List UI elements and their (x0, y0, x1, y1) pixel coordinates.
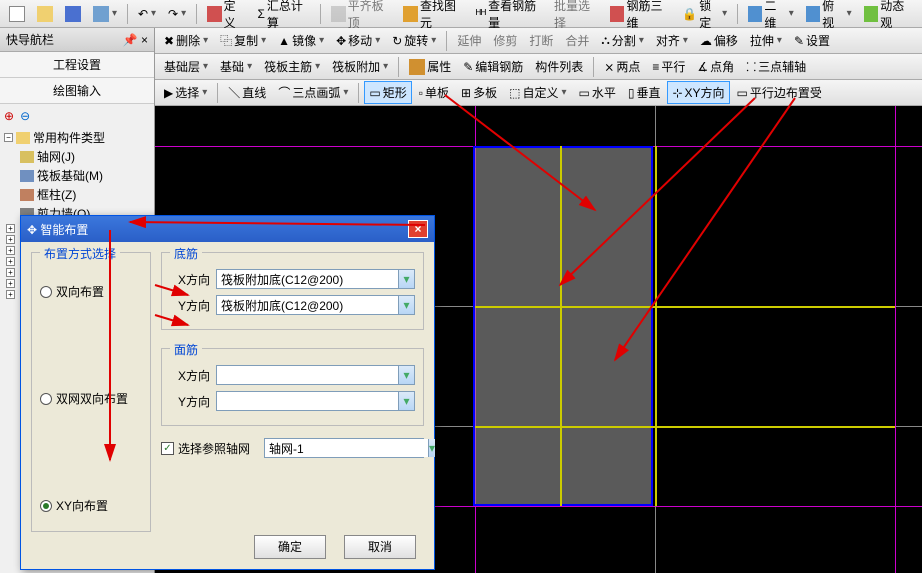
ref-axis-combo[interactable]: ▾ (264, 438, 424, 458)
point-angle-button[interactable]: ∡点角 (692, 55, 739, 78)
tree-node[interactable]: 框柱(Z) (4, 185, 150, 204)
rotate-button[interactable]: ↻旋转▾ (387, 29, 441, 52)
ydir-label: Y方向 (170, 297, 210, 314)
comp-list-button[interactable]: 构件列表 (530, 55, 588, 78)
ok-button[interactable]: 确定 (254, 535, 326, 559)
cancel-button[interactable]: 取消 (344, 535, 416, 559)
parallel-button[interactable]: ≡平行 (647, 55, 690, 78)
vert-button[interactable]: ▯垂直 (623, 81, 666, 104)
tab-draw[interactable]: 绘图输入 (0, 78, 154, 104)
bottom-y-combo[interactable]: ▾ (216, 295, 415, 315)
radio-xy[interactable]: XY向布置 (40, 497, 142, 514)
smart-layout-dialog: ✥ 智能布置 × 布置方式选择 双向布置 双网双向布置 XY向布置 底筋 X方向… (20, 215, 435, 570)
bottom-group-label: 底筋 (170, 245, 202, 262)
two-point-button[interactable]: ⨯两点 (599, 55, 645, 78)
node-icon (20, 151, 34, 163)
break-button: 打断 (524, 29, 558, 52)
top-x-combo[interactable]: ▾ (216, 365, 415, 385)
horiz-button[interactable]: ▭水平 (573, 81, 620, 104)
single-button[interactable]: ▫单板 (414, 81, 454, 104)
top-y-combo[interactable]: ▾ (216, 391, 415, 411)
nav-title: 快导航栏 📌 × (0, 28, 154, 52)
stretch-button[interactable]: 拉伸▾ (745, 29, 787, 52)
join-button: 合并 (560, 29, 594, 52)
new-icon[interactable] (4, 3, 30, 25)
comp-combo[interactable]: 基础▾ (215, 55, 257, 78)
folder-icon (16, 132, 30, 144)
rebar-combo[interactable]: 筏板主筋▾ (259, 55, 325, 78)
component-toolbar: 基础层▾ 基础▾ 筏板主筋▾ 筏板附加▾ 属性 ✎编辑钢筋 构件列表 ⨯两点 ≡… (155, 54, 922, 80)
extend-button: 延伸 (452, 29, 486, 52)
chevron-down-icon[interactable]: ▾ (398, 296, 414, 314)
rect-button[interactable]: ▭矩形 (364, 81, 411, 104)
undo-icon[interactable]: ↶▾ (133, 4, 161, 24)
close-icon[interactable]: × (408, 220, 428, 238)
node-icon (20, 189, 34, 201)
prop-button[interactable]: 属性 (404, 55, 456, 78)
expand-icon[interactable]: − (4, 133, 13, 142)
radio-double-net[interactable]: 双网双向布置 (40, 390, 142, 407)
move-button[interactable]: ✥移动▾ (331, 29, 385, 52)
ref-axis-check[interactable]: ✓ 选择参照轴网 ▾ (161, 438, 424, 458)
xy-button[interactable]: ⊹XY方向 (667, 81, 729, 104)
radio-bidirectional[interactable]: 双向布置 (40, 283, 142, 300)
bottom-x-combo[interactable]: ▾ (216, 269, 415, 289)
pin-icon[interactable]: 📌 × (123, 33, 148, 47)
top-group-label: 面筋 (170, 341, 202, 358)
custom-button[interactable]: ⬚自定义▾ (504, 81, 571, 104)
layer-combo[interactable]: 基础层▾ (159, 55, 213, 78)
three-point-button[interactable]: ⸬三点辅轴 (741, 55, 811, 78)
dialog-titlebar[interactable]: ✥ 智能布置 × (21, 216, 434, 242)
mirror-button[interactable]: ▲镜像▾ (273, 29, 329, 52)
open-icon[interactable] (32, 3, 58, 25)
main-toolbar: ▾ ↶▾ ↷▾ 定义 Σ 汇总计算 平齐板顶 查找图元 ᴴᴴ 查看钢筋量 批量选… (0, 0, 922, 28)
chevron-down-icon[interactable]: ▾ (398, 366, 414, 384)
split-button[interactable]: ⛬分割▾ (596, 29, 648, 52)
chevron-down-icon[interactable]: ▾ (398, 270, 414, 288)
extra-combo[interactable]: 筏板附加▾ (327, 55, 393, 78)
node-icon (20, 170, 34, 182)
tree-toolbar[interactable]: ⊕⊖ (4, 108, 150, 124)
save-icon[interactable] (60, 3, 86, 25)
trim-button: 修剪 (488, 29, 522, 52)
settings-button[interactable]: ✎设置 (789, 29, 835, 52)
edit-rebar-button[interactable]: ✎编辑钢筋 (458, 55, 528, 78)
tab-project[interactable]: 工程设置 (0, 52, 154, 78)
draw-toolbar: ▶选择▾ ＼直线 ⌒三点画弧▾ ▭矩形 ▫单板 ⊞多板 ⬚自定义▾ ▭水平 ▯垂… (155, 80, 922, 106)
redo-icon[interactable]: ↷▾ (163, 4, 191, 24)
tree-node[interactable]: 轴网(J) (4, 147, 150, 166)
chevron-down-icon[interactable]: ▾ (398, 392, 414, 410)
line-button[interactable]: ＼直线 (223, 81, 271, 104)
export-icon[interactable]: ▾ (88, 3, 122, 25)
arc-button[interactable]: ⌒三点画弧▾ (273, 81, 353, 104)
select-button[interactable]: ▶选择▾ (159, 81, 212, 104)
copy-button[interactable]: ⿻复制▾ (215, 29, 271, 52)
align-button[interactable]: 对齐▾ (651, 29, 693, 52)
mode-group-label: 布置方式选择 (40, 245, 120, 262)
checkbox-icon[interactable]: ✓ (161, 442, 174, 455)
tree-root[interactable]: − 常用构件类型 (4, 128, 150, 147)
edit-toolbar: ✖删除▾ ⿻复制▾ ▲镜像▾ ✥移动▾ ↻旋转▾ 延伸 修剪 打断 合并 ⛬分割… (155, 28, 922, 54)
delete-button[interactable]: ✖删除▾ (159, 29, 213, 52)
tree-node[interactable]: 筏板基础(M) (4, 166, 150, 185)
xdir-label: X方向 (170, 271, 210, 288)
chevron-down-icon[interactable]: ▾ (428, 439, 435, 457)
offset-button[interactable]: ☁偏移 (695, 29, 743, 52)
edge-button[interactable]: ▭平行边布置受 (732, 81, 827, 104)
multi-button[interactable]: ⊞多板 (456, 81, 502, 104)
